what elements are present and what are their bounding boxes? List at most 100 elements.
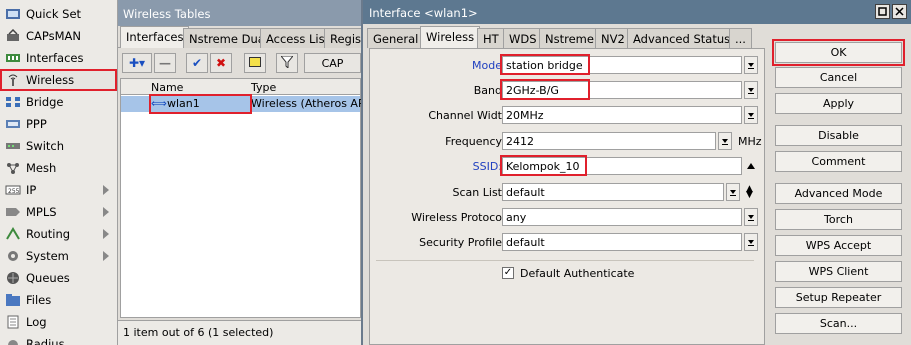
sidebar-item-routing[interactable]: Routing bbox=[0, 223, 117, 245]
close-button[interactable] bbox=[892, 4, 907, 19]
security-profile-label: Security Profile bbox=[419, 236, 502, 249]
tab-interfaces[interactable]: Interfaces bbox=[120, 26, 190, 48]
note-icon bbox=[249, 56, 261, 70]
security-profile-row: Security Profile default bbox=[370, 233, 766, 253]
interfaces-table: Name Type ⟺ wlan1 Wireless (Atheros AR bbox=[120, 78, 366, 318]
sidebar-item-label: Radius bbox=[26, 337, 65, 345]
sidebar-item-label: IP bbox=[26, 183, 37, 197]
scan-list-spinner-icon[interactable]: ▲ ▼ bbox=[746, 185, 753, 200]
interfaces-icon bbox=[5, 51, 21, 65]
sidebar-item-capsman[interactable]: CAPsMAN bbox=[0, 25, 117, 47]
frequency-unit: MHz bbox=[738, 135, 762, 148]
wireless-icon bbox=[5, 73, 21, 87]
sidebar-item-radius[interactable]: Radius bbox=[0, 333, 117, 345]
sidebar-item-files[interactable]: Files bbox=[0, 289, 117, 311]
sidebar-item-label: Bridge bbox=[26, 95, 64, 109]
sidebar-item-label: Quick Set bbox=[26, 7, 82, 21]
security-profile-dropdown-button[interactable] bbox=[744, 233, 758, 251]
tab-advanced-status[interactable]: Advanced Status bbox=[627, 28, 737, 48]
ssid-row: SSID: Kelompok_10 bbox=[370, 155, 766, 177]
sidebar-item-bridge[interactable]: Bridge bbox=[0, 91, 117, 113]
sidebar-item-label: Switch bbox=[26, 139, 65, 153]
ssid-label: SSID: bbox=[472, 160, 502, 173]
cancel-button[interactable]: Cancel bbox=[775, 67, 902, 88]
sidebar-item-mpls[interactable]: MPLS bbox=[0, 201, 117, 223]
sidebar-item-label: PPP bbox=[26, 117, 47, 131]
tab-ht[interactable]: HT bbox=[477, 28, 505, 48]
default-authenticate-label: Default Authenticate bbox=[520, 267, 635, 280]
sidebar-item-label: Log bbox=[26, 315, 47, 329]
band-dropdown-button[interactable] bbox=[744, 81, 758, 99]
sidebar-item-label: MPLS bbox=[26, 205, 57, 219]
frequency-select[interactable]: 2412 bbox=[502, 132, 716, 150]
switch-icon bbox=[5, 139, 21, 153]
window-title: Wireless Tables bbox=[118, 0, 361, 26]
mpls-icon bbox=[5, 205, 21, 219]
security-profile-select[interactable]: default bbox=[502, 233, 742, 251]
disable-button[interactable]: ✖ bbox=[210, 53, 232, 73]
cap-button[interactable]: CAP bbox=[304, 53, 361, 73]
tab-wireless[interactable]: Wireless bbox=[420, 26, 481, 48]
sidebar-item-log[interactable]: Log bbox=[0, 311, 117, 333]
scan-list-dropdown-button[interactable] bbox=[726, 183, 740, 201]
comment-button[interactable]: Comment bbox=[775, 151, 902, 172]
advanced-mode-button[interactable]: Advanced Mode bbox=[775, 183, 902, 204]
tab-wds[interactable]: WDS bbox=[503, 28, 543, 48]
filter-icon bbox=[279, 55, 295, 71]
sidebar-item-queues[interactable]: Queues bbox=[0, 267, 117, 289]
wireless-protocol-select[interactable]: any bbox=[502, 208, 742, 226]
wlan1-highlight bbox=[149, 94, 252, 114]
capsman-icon bbox=[5, 28, 21, 43]
sidebar-item-interfaces[interactable]: Interfaces bbox=[0, 47, 117, 69]
comment-button[interactable] bbox=[244, 53, 266, 73]
add-button[interactable]: ✚▾ bbox=[122, 53, 152, 73]
tab-nv2[interactable]: NV2 bbox=[595, 28, 631, 48]
sidebar-item-switch[interactable]: Switch bbox=[0, 135, 117, 157]
dialog-tabs: General Wireless HT WDS Nstreme NV2 Adva… bbox=[363, 26, 753, 48]
sidebar-item-quick-set[interactable]: Quick Set bbox=[0, 3, 117, 25]
tab-more[interactable]: ... bbox=[729, 28, 752, 48]
setup-repeater-button[interactable]: Setup Repeater bbox=[775, 287, 902, 308]
filter-button[interactable] bbox=[276, 53, 298, 73]
sidebar-item-ppp[interactable]: PPP bbox=[0, 113, 117, 135]
sidebar-item-mesh[interactable]: Mesh bbox=[0, 157, 117, 179]
channel-width-dropdown-button[interactable] bbox=[744, 106, 758, 124]
scan-list-select[interactable]: default bbox=[502, 183, 724, 201]
section-divider bbox=[376, 260, 754, 261]
sidebar-item-ip[interactable]: 255 IP bbox=[0, 179, 117, 201]
scan-button[interactable]: Scan... bbox=[775, 313, 902, 334]
torch-button[interactable]: Torch bbox=[775, 209, 902, 230]
sidebar-item-label: Mesh bbox=[26, 161, 57, 175]
submenu-arrow-icon bbox=[103, 229, 109, 239]
channel-width-select[interactable]: 20MHz bbox=[502, 106, 742, 124]
folder-icon bbox=[5, 293, 21, 307]
column-header-type[interactable]: Type bbox=[251, 81, 276, 94]
sidebar-item-wireless[interactable]: Wireless bbox=[0, 69, 117, 91]
quick-set-icon bbox=[5, 7, 21, 21]
remove-button[interactable]: — bbox=[154, 53, 176, 73]
wps-client-button[interactable]: WPS Client bbox=[775, 261, 902, 282]
tab-general[interactable]: General bbox=[367, 28, 425, 48]
default-authenticate-checkbox[interactable]: ✓ bbox=[502, 267, 514, 279]
frequency-row: Frequency 2412 MHz bbox=[370, 132, 766, 152]
dialog-title: Interface <wlan1> bbox=[369, 6, 478, 20]
ssid-collapse-arrow-icon[interactable] bbox=[747, 163, 755, 169]
wps-accept-button[interactable]: WPS Accept bbox=[775, 235, 902, 256]
mode-dropdown-button[interactable] bbox=[744, 56, 758, 74]
frequency-dropdown-button[interactable] bbox=[718, 132, 732, 150]
disable-button[interactable]: Disable bbox=[775, 125, 902, 146]
maximize-button[interactable] bbox=[875, 4, 890, 19]
radius-icon bbox=[5, 337, 21, 345]
sidebar-item-system[interactable]: System bbox=[0, 245, 117, 267]
apply-button[interactable]: Apply bbox=[775, 93, 902, 114]
band-row: Band 2GHz-B/G bbox=[370, 79, 766, 101]
interface-dialog: Interface <wlan1> General Wireless HT WD… bbox=[361, 0, 911, 345]
tab-nstreme[interactable]: Nstreme bbox=[539, 28, 600, 48]
routing-icon bbox=[5, 227, 21, 241]
submenu-arrow-icon bbox=[103, 207, 109, 217]
bridge-icon bbox=[5, 95, 21, 109]
wireless-tables-window: Wireless Tables Interfaces Nstreme Dual … bbox=[118, 0, 372, 345]
wireless-protocol-dropdown-button[interactable] bbox=[744, 208, 758, 226]
column-header-name[interactable]: Name bbox=[151, 81, 183, 94]
enable-button[interactable]: ✔ bbox=[186, 53, 208, 73]
